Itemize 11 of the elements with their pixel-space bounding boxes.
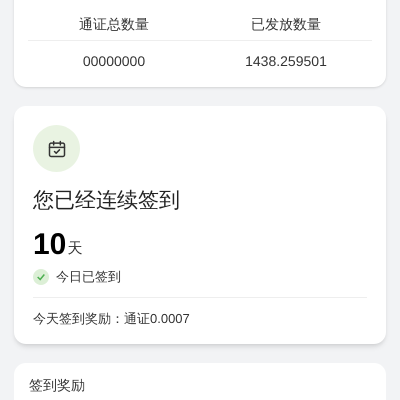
streak-title: 您已经连续签到 xyxy=(33,188,181,214)
table-cell-text: 1438.259501 xyxy=(244,52,328,70)
status-text: 今日已签到 xyxy=(56,268,121,286)
calendar-icon xyxy=(33,125,80,172)
section-title: 签到奖励 xyxy=(29,376,86,392)
day-unit: 天 xyxy=(67,238,82,258)
reward-text: 今天签到奖励：通证0.0007 xyxy=(33,310,190,326)
column-heading: 已发放数量 xyxy=(250,14,322,34)
table-cell-text: 00000000 xyxy=(82,52,146,70)
streak-days: 10 xyxy=(33,229,66,261)
column-heading: 通证总数量 xyxy=(78,14,150,34)
